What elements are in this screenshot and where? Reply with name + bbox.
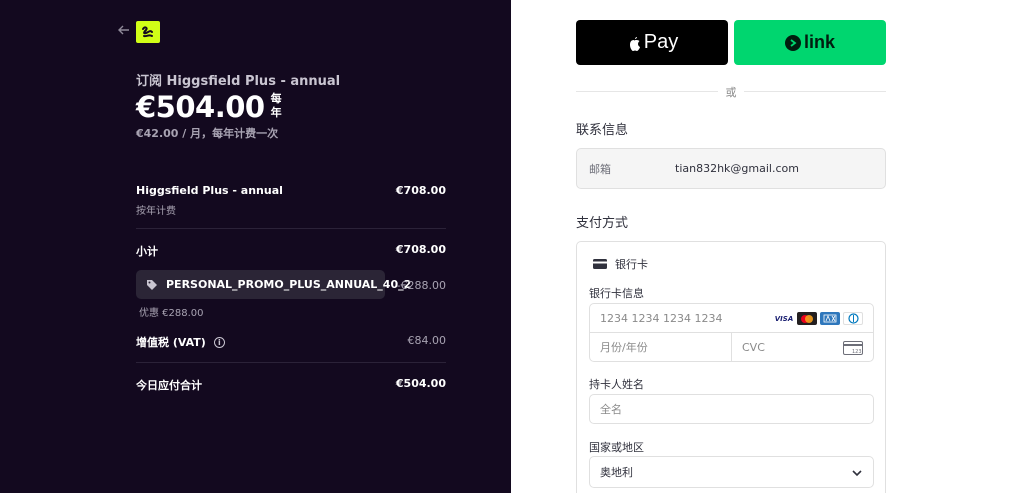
diners-club-icon	[843, 312, 863, 325]
email-field[interactable]: 邮箱 tian832hk@gmail.com	[576, 148, 886, 189]
payment-method-title: 支付方式	[576, 216, 629, 231]
subtotal-value: €708.00	[395, 243, 446, 256]
apple-pay-label: Pay	[643, 31, 679, 53]
cvc-card-icon: 123	[843, 341, 863, 358]
back-arrow-icon[interactable]	[118, 24, 132, 38]
cvc-input[interactable]: CVC 123	[731, 332, 874, 362]
contact-info-title: 联系信息	[576, 123, 629, 138]
chevron-down-icon	[851, 467, 863, 479]
promo-code-chip[interactable]: PERSONAL_PROMO_PLUS_ANNUAL_40_2	[136, 270, 411, 299]
cardholder-label: 持卡人姓名	[589, 378, 644, 391]
line-item: Higgsfield Plus - annual €708.00	[136, 184, 446, 197]
promo-note: 优惠 €288.00	[139, 308, 204, 319]
vat-value: €84.00	[407, 334, 447, 347]
country-label: 国家或地区	[589, 441, 644, 454]
credit-card-icon	[593, 259, 607, 269]
link-pay-button[interactable]: link	[734, 20, 886, 65]
billing-period: 每 年	[270, 92, 282, 119]
subtotal-row: 小计 €708.00	[136, 243, 446, 259]
subscription-title: 订阅 Higgsfield Plus - annual	[136, 74, 341, 89]
payment-panel: Pay link 或 联系信息 邮箱 tian832hk@gmail.com 支…	[511, 0, 1024, 493]
link-label: link	[803, 32, 835, 52]
tag-icon	[146, 279, 158, 291]
email-value: tian832hk@gmail.com	[675, 162, 799, 175]
price-block: €504.00 每 年	[136, 90, 282, 124]
order-summary-panel: 订阅 Higgsfield Plus - annual €504.00 每 年 …	[0, 0, 511, 493]
higgsfield-logo[interactable]	[136, 21, 160, 43]
card-number-input[interactable]: 1234 1234 1234 1234 VISA	[589, 303, 874, 333]
item-name: Higgsfield Plus - annual	[136, 184, 283, 197]
vat-row: 增值税 (VAT) i €84.00	[136, 334, 446, 350]
card-option-label: 银行卡	[615, 258, 648, 271]
promo-code: PERSONAL_PROMO_PLUS_ANNUAL_40_2	[166, 278, 412, 291]
expiry-input[interactable]: 月份/年份	[589, 332, 732, 362]
apple-pay-button[interactable]: Pay	[576, 20, 728, 65]
promo-discount-value: -€288.00	[396, 279, 446, 292]
info-icon[interactable]: i	[213, 336, 225, 348]
divider	[136, 362, 446, 363]
card-brands: VISA	[774, 312, 863, 325]
card-option-header[interactable]: 银行卡	[593, 256, 648, 272]
vat-label: 增值税 (VAT)	[136, 336, 206, 349]
svg-text:123: 123	[852, 349, 862, 355]
visa-icon: VISA	[774, 312, 794, 325]
total-value: €504.00	[395, 377, 446, 390]
divider	[136, 228, 446, 229]
item-price: €708.00	[395, 184, 446, 197]
monthly-price: €42.00 / 月，每年计费一次	[136, 127, 279, 140]
link-arrow-icon	[784, 34, 801, 51]
mastercard-icon	[797, 312, 817, 325]
card-payment-option[interactable]: 银行卡 银行卡信息 1234 1234 1234 1234 VISA 月份/年份	[576, 241, 886, 493]
country-select[interactable]: 奥地利	[589, 456, 874, 488]
subtotal-label: 小计	[136, 245, 158, 258]
or-text: 或	[718, 84, 744, 100]
total-price: €504.00	[136, 90, 265, 124]
total-label: 今日应付合计	[136, 379, 202, 392]
total-row: 今日应付合计 €504.00	[136, 377, 446, 393]
email-label: 邮箱	[589, 162, 611, 176]
apple-icon	[629, 36, 640, 51]
card-info-label: 银行卡信息	[589, 287, 644, 300]
item-billing: 按年计费	[136, 206, 176, 217]
cardholder-name-input[interactable]: 全名	[589, 394, 874, 424]
amex-icon	[820, 312, 840, 325]
